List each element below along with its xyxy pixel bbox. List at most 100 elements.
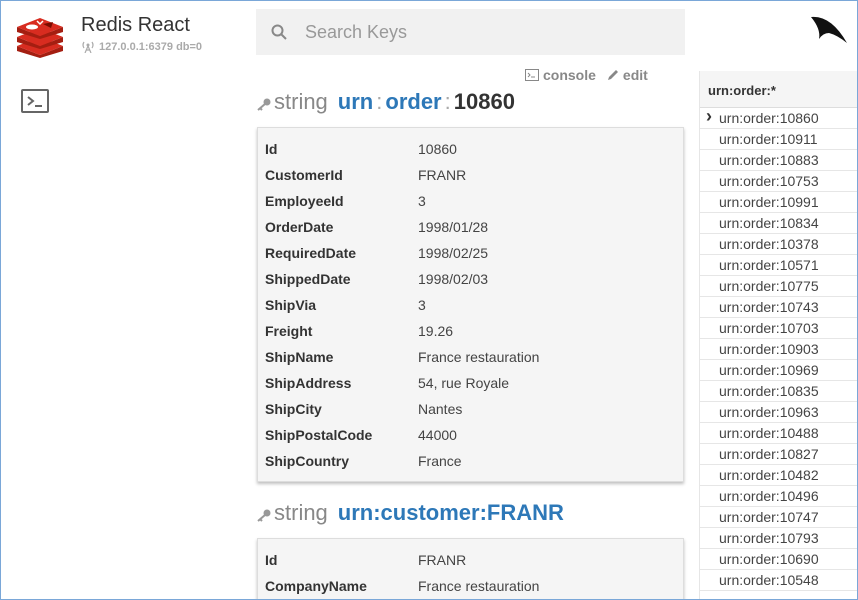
entry-header: string urn:customer:FRANR: [256, 500, 564, 526]
key-list-item[interactable]: urn:order:10883: [700, 150, 857, 171]
field-value: FRANR: [418, 167, 467, 183]
field-key: ShipAddress: [265, 375, 352, 391]
field-value: Nantes: [418, 401, 463, 417]
key-list-item[interactable]: urn:order:10860: [700, 106, 857, 129]
field-row: RequiredDate 1998/02/25: [258, 240, 683, 266]
key-prefix[interactable]: urn: [338, 89, 373, 115]
field-row: CompanyName France restauration: [258, 573, 683, 599]
field-key: ShipPostalCode: [265, 427, 373, 443]
app-window: Redis React 127.0.0.1:6379 db=0 Search K…: [0, 0, 858, 600]
field-row: ShipPostalCode 44000: [258, 422, 683, 448]
field-key: OrderDate: [265, 219, 334, 235]
field-key: ShipVia: [265, 297, 317, 313]
key-separator: :: [444, 89, 451, 114]
edit-link[interactable]: edit: [606, 67, 648, 83]
field-value: 3: [418, 297, 426, 313]
field-value: 44000: [418, 427, 457, 443]
field-row: ShipCity Nantes: [258, 396, 683, 422]
key-list-item[interactable]: urn:order:10703: [700, 318, 857, 339]
key-list-item[interactable]: urn:order:10834: [700, 213, 857, 234]
key-list-item[interactable]: urn:order:10482: [700, 465, 857, 486]
entry-header: string urn : order : 10860: [256, 89, 515, 115]
key-list: urn:order:10860urn:order:10911urn:order:…: [700, 106, 857, 591]
field-key: EmployeeId: [265, 193, 344, 209]
brand-logo-icon[interactable]: [809, 13, 849, 50]
entry-card: Id 10860 CustomerId FRANR EmployeeId 3 Orde…: [257, 127, 684, 482]
field-value: FRANR: [418, 552, 467, 568]
key-list-item[interactable]: urn:order:10835: [700, 381, 857, 402]
key-pattern: urn:order:*: [700, 71, 857, 108]
field-value: 10860: [418, 141, 457, 157]
search-icon: [271, 24, 287, 40]
field-value: 1998/02/25: [418, 245, 489, 261]
key-icon: [257, 509, 271, 522]
key-list-item[interactable]: urn:order:10963: [700, 402, 857, 423]
key-list-item[interactable]: urn:order:10775: [700, 276, 857, 297]
key-list-item[interactable]: urn:order:10571: [700, 255, 857, 276]
field-key: ShipCountry: [265, 453, 349, 469]
field-row: EmployeeId 3: [258, 188, 683, 214]
field-key: Id: [265, 141, 278, 157]
field-row: CustomerId FRANR: [258, 162, 683, 188]
field-key: ShipCity: [265, 401, 322, 417]
search-input[interactable]: [305, 21, 665, 43]
terminal-icon[interactable]: [21, 89, 49, 113]
key-list-item[interactable]: urn:order:10827: [700, 444, 857, 465]
field-row: ShipVia 3: [258, 292, 683, 318]
connection-info: 127.0.0.1:6379 db=0: [81, 41, 202, 53]
field-row: ShipName France restauration: [258, 344, 683, 370]
field-key: Id: [265, 552, 278, 568]
key-list-item[interactable]: urn:order:10743: [700, 297, 857, 318]
key-list-panel: urn:order:* urn:order:10860urn:order:109…: [699, 71, 857, 599]
field-key: CompanyName: [265, 578, 367, 594]
field-value: 3: [418, 193, 426, 209]
key-icon: [257, 98, 271, 111]
field-row: Id FRANR: [258, 547, 683, 573]
field-value: France restauration: [418, 578, 540, 594]
entry-card: Id FRANR CompanyName France restauration: [257, 538, 684, 599]
connection-label: 127.0.0.1:6379 db=0: [99, 41, 203, 53]
pencil-icon: [607, 69, 618, 80]
entry-actions: console edit: [525, 67, 648, 83]
field-row: Freight 19.26: [258, 318, 683, 344]
broadcast-icon: [82, 41, 94, 53]
edit-label: edit: [622, 67, 648, 83]
key-list-item[interactable]: urn:order:10911: [700, 129, 857, 150]
field-value: France: [418, 453, 462, 469]
search-bar: [256, 9, 685, 55]
key-prefix[interactable]: order: [385, 89, 441, 115]
key-list-item[interactable]: urn:order:10378: [700, 234, 857, 255]
field-key: RequiredDate: [265, 245, 357, 261]
key-list-item[interactable]: urn:order:10969: [700, 360, 857, 381]
field-key: ShipName: [265, 349, 334, 365]
field-value: 1998/02/03: [418, 271, 489, 287]
console-link[interactable]: console: [525, 67, 596, 83]
key-link[interactable]: urn:customer:FRANR: [338, 500, 564, 526]
entry-type: string: [274, 500, 328, 525]
redis-logo-icon: [15, 16, 65, 58]
field-row: OrderDate 1998/01/28: [258, 214, 683, 240]
key-list-item[interactable]: urn:order:10903: [700, 339, 857, 360]
field-key: ShippedDate: [265, 271, 351, 287]
key-list-item[interactable]: urn:order:10690: [700, 549, 857, 570]
app-title: Redis React: [81, 14, 190, 36]
field-row: ShipAddress 54, rue Royale: [258, 370, 683, 396]
field-value: France restauration: [418, 349, 540, 365]
field-row: ShipCountry France: [258, 448, 683, 474]
key-list-item[interactable]: urn:order:10793: [700, 528, 857, 549]
field-row: Id 10860: [258, 136, 683, 162]
key-separator: :: [376, 89, 383, 114]
field-row: ShippedDate 1998/02/03: [258, 266, 683, 292]
key-list-item[interactable]: urn:order:10747: [700, 507, 857, 528]
key-list-item[interactable]: urn:order:10488: [700, 423, 857, 444]
field-value: 54, rue Royale: [418, 375, 510, 391]
key-list-item[interactable]: urn:order:10496: [700, 486, 857, 507]
console-label: console: [543, 67, 596, 83]
key-list-item[interactable]: urn:order:10753: [700, 171, 857, 192]
key-id: 10860: [453, 89, 515, 114]
field-value: 1998/01/28: [418, 219, 489, 235]
key-list-item[interactable]: urn:order:10991: [700, 192, 857, 213]
key-list-item[interactable]: urn:order:10548: [700, 570, 857, 591]
field-key: CustomerId: [265, 167, 343, 183]
field-value: 19.26: [418, 323, 454, 339]
